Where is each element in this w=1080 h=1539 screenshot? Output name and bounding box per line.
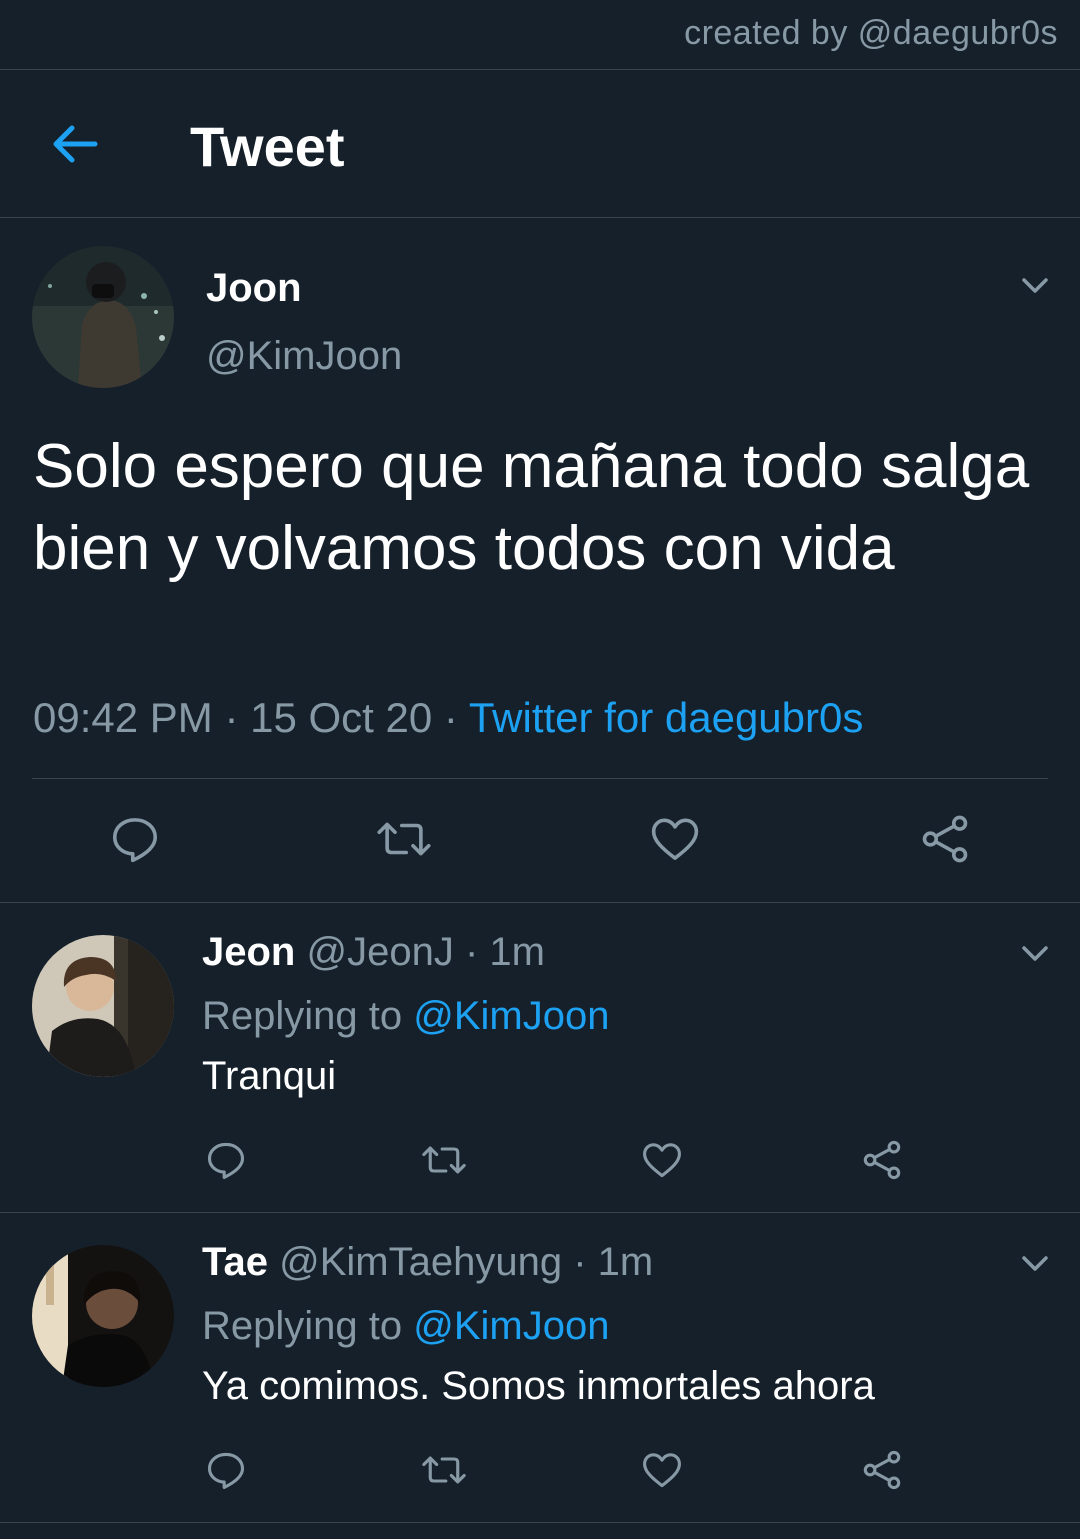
reply-header: Jeon @JeonJ · 1m bbox=[202, 930, 545, 975]
divider bbox=[0, 1212, 1080, 1213]
tweet-meta: 09:42 PM · 15 Oct 20 · Twitter for daegu… bbox=[33, 694, 863, 742]
reply-author-name[interactable]: Tae bbox=[202, 1240, 268, 1284]
divider bbox=[0, 902, 1080, 903]
replying-to-link[interactable]: @KimJoon bbox=[413, 994, 609, 1038]
share-icon[interactable] bbox=[860, 1448, 904, 1492]
tweet-date: 15 Oct 20 bbox=[250, 694, 433, 741]
reply-author-handle[interactable]: @KimTaehyung bbox=[279, 1240, 562, 1284]
reply-time: 1m bbox=[489, 930, 545, 974]
replying-label: Replying to bbox=[202, 994, 403, 1038]
page-title: Tweet bbox=[190, 115, 345, 178]
retweet-icon[interactable] bbox=[420, 1138, 468, 1182]
meta-separator: · bbox=[224, 694, 239, 741]
reply-icon[interactable] bbox=[204, 1448, 248, 1492]
tweet-source-link[interactable]: Twitter for daegubr0s bbox=[469, 694, 864, 741]
retweet-icon[interactable] bbox=[374, 812, 434, 866]
like-icon[interactable] bbox=[640, 1138, 684, 1182]
share-icon[interactable] bbox=[918, 812, 972, 866]
tweet-time: 09:42 PM bbox=[33, 694, 213, 741]
chevron-down-icon[interactable] bbox=[1018, 268, 1052, 302]
avatar-jeon[interactable] bbox=[32, 935, 174, 1077]
avatar-joon[interactable] bbox=[32, 246, 174, 388]
tweet-screen: created by @daegubr0s Tweet Joon @KimJoo… bbox=[0, 0, 1080, 1539]
reply-text: Tranqui bbox=[202, 1054, 337, 1098]
like-icon[interactable] bbox=[640, 1448, 684, 1492]
author-handle[interactable]: @KimJoon bbox=[206, 334, 402, 379]
back-arrow-icon[interactable] bbox=[48, 118, 100, 170]
replying-to: Replying to @KimJoon bbox=[202, 994, 609, 1039]
tweet-text: Solo espero que mañana todo salga bien y… bbox=[33, 432, 1030, 583]
reply-author-name[interactable]: Jeon bbox=[202, 930, 295, 974]
retweet-icon[interactable] bbox=[420, 1448, 468, 1492]
author-name[interactable]: Joon bbox=[206, 266, 302, 311]
meta-separator: · bbox=[573, 1240, 587, 1284]
replying-label: Replying to bbox=[202, 1304, 403, 1348]
divider bbox=[32, 778, 1048, 779]
meta-separator: · bbox=[443, 694, 458, 741]
meta-separator: · bbox=[464, 930, 479, 974]
reply-text: Ya comimos. Somos inmortales ahora bbox=[202, 1364, 875, 1408]
top-bar: Tweet bbox=[0, 70, 1080, 217]
chevron-down-icon[interactable] bbox=[1018, 936, 1052, 970]
like-icon[interactable] bbox=[648, 812, 702, 866]
chevron-down-icon[interactable] bbox=[1018, 1246, 1052, 1280]
reply-author-handle[interactable]: @JeonJ bbox=[306, 930, 453, 974]
reply-icon[interactable] bbox=[204, 1138, 248, 1182]
avatar-tae[interactable] bbox=[32, 1245, 174, 1387]
watermark-credit: created by @daegubr0s bbox=[684, 14, 1058, 52]
reply-header: Tae @KimTaehyung · 1m bbox=[202, 1240, 653, 1285]
reply-icon[interactable] bbox=[108, 812, 162, 866]
replying-to: Replying to @KimJoon bbox=[202, 1304, 609, 1349]
share-icon[interactable] bbox=[860, 1138, 904, 1182]
divider bbox=[0, 217, 1080, 218]
reply-time: 1m bbox=[597, 1240, 654, 1284]
replying-to-link[interactable]: @KimJoon bbox=[413, 1304, 609, 1348]
divider bbox=[0, 1522, 1080, 1523]
